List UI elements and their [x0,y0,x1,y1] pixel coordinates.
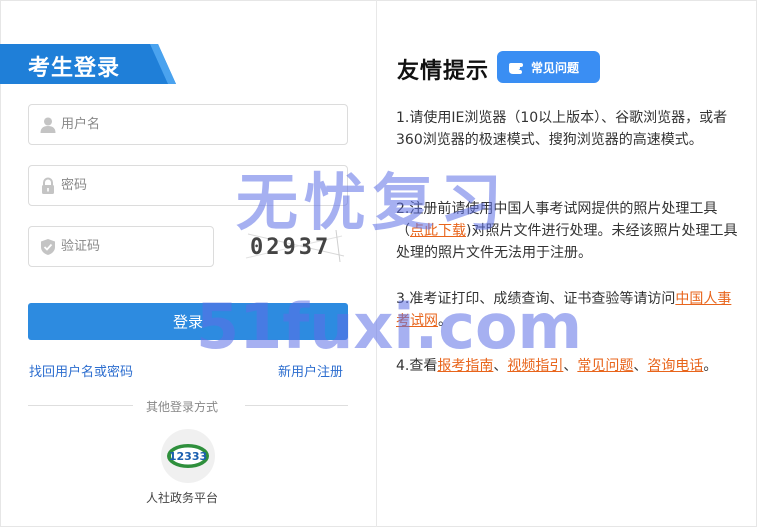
forgot-credentials-link[interactable]: 找回用户名或密码 [29,361,133,380]
captcha-input[interactable] [61,227,205,266]
login-title: 考生登录 [28,56,121,81]
divider-left [28,405,133,406]
panel-divider [376,0,377,527]
divider-right [245,405,348,406]
tip-4-sep-1: 、 [493,358,508,374]
tip-4-sep-3: 、 [633,358,648,374]
tip-3-text-after: 。 [438,313,452,329]
tip-4-sep-2: 、 [563,358,578,374]
tip-4-text-before: 4.查看 [396,358,438,374]
exam-guide-link[interactable]: 报考指南 [437,358,493,374]
lock-icon [39,177,57,195]
gov-platform-login-icon[interactable]: 12333 [161,429,215,483]
tip-1: 1.请使用IE浏览器（10以上版本）、谷歌浏览器，或者360浏览器的极速模式、搜… [396,110,728,148]
faq-button[interactable]: 常见问题 [497,51,600,83]
video-guide-link[interactable]: 视频指引 [507,358,563,374]
login-button[interactable]: 登录 [28,303,348,340]
faq-button-label: 常见问题 [531,61,580,75]
contact-phone-link[interactable]: 咨询电话 [647,358,703,374]
tip-4-text-after: 。 [703,358,718,374]
tip-3-text-before: 3.准考证打印、成绩查询、证书查验等请访问 [396,291,676,307]
username-input[interactable] [61,105,339,144]
platform-logo-text: 12333 [169,450,207,463]
username-field[interactable] [28,104,348,145]
captcha-text: 02937 [250,235,331,260]
tip-3: 3.准考证打印、成绩查询、证书查验等请访问中国人事考试网。 [396,288,742,332]
tip-2: 2.注册前请使用中国人事考试网提供的照片处理工具（点此下载)对照片文件进行处理。… [396,198,742,264]
password-field[interactable] [28,165,348,206]
tips-title: 友情提示 [397,59,490,84]
faq-link[interactable]: 常见问题 [577,358,633,374]
user-icon [39,116,57,134]
hand-pointer-icon [507,57,527,80]
platform-label: 人社政务平台 [146,491,219,505]
captcha-image[interactable]: 02937 [244,226,348,266]
download-tool-link[interactable]: 点此下载 [410,223,466,239]
captcha-field[interactable] [28,226,214,267]
shield-icon [39,238,57,256]
other-methods-label: 其他登录方式 [146,400,219,414]
password-input[interactable] [61,166,339,205]
register-link[interactable]: 新用户注册 [278,361,343,380]
tip-4: 4.查看报考指南、视频指引、常见问题、咨询电话。 [396,355,742,377]
login-banner: 考生登录 [0,44,176,84]
